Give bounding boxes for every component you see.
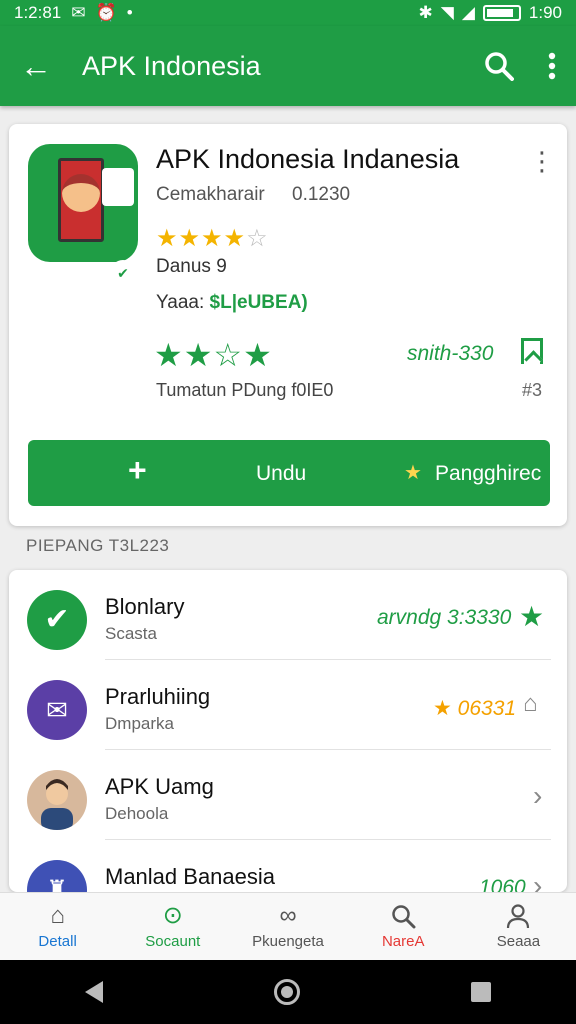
- battery-icon: [482, 5, 521, 21]
- system-nav-bar: [0, 960, 576, 1024]
- chevron-right-icon[interactable]: ›: [533, 780, 542, 812]
- panel-illustration: [102, 168, 134, 206]
- nav-item-detail[interactable]: ⌂ Detall: [0, 893, 115, 960]
- card-more-icon[interactable]: ⋮: [529, 146, 555, 177]
- item-name: Blonlary: [105, 594, 185, 619]
- search-icon[interactable]: [484, 51, 514, 81]
- nav-label: Detall: [38, 933, 77, 950]
- shirt-icon: ♜: [27, 860, 87, 892]
- install-bar: + Undu ★ Pangghirec: [28, 440, 550, 506]
- nav-label: Socaunt: [145, 933, 201, 950]
- install-button[interactable]: Undu: [256, 462, 306, 486]
- nav-label: Seaaa: [496, 933, 541, 950]
- bookmark-icon[interactable]: [521, 338, 543, 364]
- home-icon: ⌂: [50, 902, 65, 929]
- recents-square-icon[interactable]: [470, 982, 491, 1002]
- back-triangle-icon[interactable]: [85, 981, 104, 1003]
- item-subtitle: Dmparka: [105, 714, 174, 733]
- app-bar: ← APK Indonesia: [0, 26, 576, 106]
- star-icon[interactable]: ★: [519, 600, 544, 633]
- price-row: Yaaa: $L|eUBEA): [156, 292, 308, 314]
- verified-badge-icon: ✔: [110, 260, 136, 286]
- status-time: 1:2:81: [14, 3, 62, 22]
- person-icon: [507, 904, 530, 929]
- item-subtitle: Scasta: [105, 624, 157, 643]
- star-icon: ★: [404, 462, 422, 484]
- bottom-nav: ⌂ Detall ⊙ Socaunt ∞ Pkuengeta NareA Sea…: [0, 892, 576, 960]
- checkmark-icon: ✔: [27, 590, 87, 650]
- item-subtitle: Dehoola: [105, 804, 169, 823]
- app-icon: ✔: [28, 144, 138, 286]
- section-header: PIEPANG T3L223: [26, 536, 170, 555]
- download-count: Danus 9: [156, 256, 227, 277]
- footnote-text: Tumatun PDung f0IE0: [156, 380, 334, 400]
- rating-meta: snith-330: [407, 342, 494, 365]
- related-list: ✔ Blonlary Scasta arvndg 3:3330 ★ ✉ Prar…: [9, 570, 567, 892]
- nav-item-pkuengeta[interactable]: ∞ Pkuengeta: [230, 893, 345, 960]
- price-value: $L|eUBEA): [209, 292, 308, 313]
- nav-label: Pkuengeta: [252, 933, 324, 950]
- chevron-right-icon[interactable]: ›: [533, 870, 542, 892]
- item-meta: arvndg 3:3330: [377, 606, 512, 629]
- page-title: APK Indonesia: [82, 50, 261, 81]
- envelope-icon: ✉: [27, 680, 87, 740]
- status-clock: 1:90: [528, 3, 562, 22]
- price-label: Yaaa:: [156, 292, 205, 313]
- list-item[interactable]: ♜ Manlad Banaesia 1060 ›: [9, 840, 567, 892]
- character-face: [62, 174, 100, 212]
- item-meta: ★ 06331: [433, 697, 517, 720]
- list-item[interactable]: ✉ Prarluhiing Dmparka ★ 06331 ⌂: [9, 660, 567, 750]
- bluetooth-icon: ✱: [418, 3, 433, 22]
- dot-icon: •: [126, 3, 133, 22]
- item-name: APK Uamg: [105, 774, 214, 799]
- app-title: APK Indonesia Indanesia: [156, 144, 460, 174]
- version-label: 0.1230: [292, 184, 351, 205]
- developer-name[interactable]: Cemakharair: [156, 184, 265, 206]
- user-rating-stars[interactable]: ★★☆★: [154, 336, 273, 374]
- wishlist-button[interactable]: Pangghirec: [435, 462, 541, 486]
- nav-item-socaunt[interactable]: ⊙ Socaunt: [115, 893, 230, 960]
- target-icon: ⊙: [162, 902, 183, 929]
- alarm-icon: ⏰: [95, 3, 117, 22]
- list-item[interactable]: APK Uamg Dehoola ›: [9, 750, 567, 840]
- nav-label: NareA: [381, 933, 425, 950]
- person-photo-icon: [27, 770, 87, 830]
- home-circle-icon[interactable]: [273, 979, 300, 1005]
- link-icon: ∞: [279, 902, 297, 929]
- nav-item-narea[interactable]: NareA: [346, 893, 461, 960]
- more-vert-icon[interactable]: [548, 52, 556, 80]
- signal-icon: ◢: [461, 3, 475, 22]
- rating-stars: ★★★★☆: [156, 225, 269, 252]
- arrow-left-icon[interactable]: ←: [20, 50, 60, 82]
- item-meta: 1060: [479, 876, 526, 892]
- list-item[interactable]: ✔ Blonlary Scasta arvndg 3:3330 ★: [9, 570, 567, 660]
- wifi-icon: ◥: [440, 3, 454, 22]
- footnote-count: #3: [522, 380, 543, 400]
- notification-icon: ✉: [71, 3, 86, 22]
- item-name: Manlad Banaesia: [105, 864, 276, 889]
- share-icon[interactable]: ⌂: [523, 690, 538, 718]
- app-detail-card: ✔ APK Indonesia Indanesia ⋮ Cemakharair …: [9, 124, 567, 526]
- item-name: Prarluhiing: [105, 684, 211, 709]
- search-icon: [392, 905, 416, 929]
- nav-item-seaaa[interactable]: Seaaa: [461, 893, 576, 960]
- plus-icon[interactable]: +: [128, 452, 147, 489]
- status-bar: 1:2:81 ✉ ⏰ • ✱ ◥ ◢ 1:90: [0, 0, 576, 26]
